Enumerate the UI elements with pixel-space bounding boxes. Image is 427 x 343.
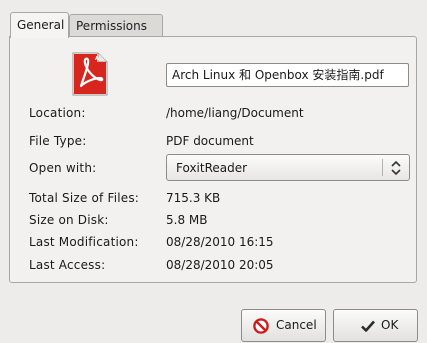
cancel-button[interactable]: Cancel (241, 309, 326, 342)
location-label: Location: (29, 106, 86, 120)
combo-separator (382, 159, 383, 176)
ok-label: OK (381, 318, 399, 332)
file-type-label: File Type: (29, 134, 87, 148)
last-modification-label: Last Modification: (29, 235, 139, 249)
open-with-selected: FoxitReader (176, 161, 248, 175)
location-value: /home/liang/Document (166, 106, 304, 120)
cancel-icon (253, 318, 269, 334)
tab-general-label: General (17, 18, 65, 32)
last-access-value: 08/28/2010 20:05 (166, 258, 274, 272)
up-down-arrows-icon (391, 160, 401, 176)
total-size-value: 715.3 KB (166, 191, 221, 205)
general-panel: A Arch Linux 和 Openbox 安装指南.pdf Location… (9, 36, 417, 283)
svg-text:A: A (95, 56, 99, 62)
size-on-disk-label: Size on Disk: (29, 213, 109, 227)
last-modification-value: 08/28/2010 16:15 (166, 235, 274, 249)
file-type-value: PDF document (166, 134, 254, 148)
checkmark-icon (361, 320, 375, 332)
tab-permissions[interactable]: Permissions (69, 14, 163, 37)
open-with-label: Open with: (29, 161, 96, 175)
ok-button[interactable]: OK (333, 309, 418, 342)
open-with-label-text: Open with: (29, 161, 97, 175)
last-access-label: Last Access: (29, 258, 106, 272)
cancel-label: Cancel (276, 318, 317, 332)
pdf-file-icon: A (72, 52, 108, 96)
total-size-label: Total Size of Files: (29, 191, 140, 205)
open-with-combo[interactable]: FoxitReader (166, 154, 410, 181)
filename-field[interactable]: Arch Linux 和 Openbox 安装指南.pdf (166, 63, 409, 87)
size-on-disk-value: 5.8 MB (166, 213, 208, 227)
tab-permissions-label: Permissions (76, 19, 147, 33)
tab-general[interactable]: General (10, 12, 69, 38)
